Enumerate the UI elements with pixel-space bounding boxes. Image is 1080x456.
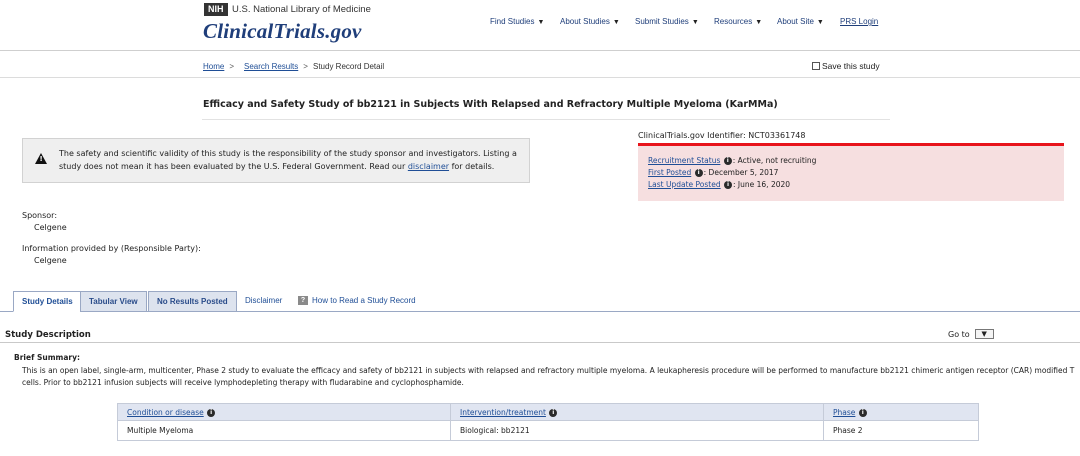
tab-how-to-read[interactable]: ? How to Read a Study Record (290, 291, 424, 312)
caret-down-icon[interactable]: ▼ (974, 329, 994, 339)
nav-about-site[interactable]: About Site ▼ (777, 17, 824, 26)
first-posted-link[interactable]: First Posted (648, 168, 691, 177)
info-circle-icon[interactable]: i (694, 169, 703, 177)
header-divider (0, 50, 1080, 51)
help-icon: ? (298, 296, 308, 306)
last-update-link[interactable]: Last Update Posted (648, 180, 721, 189)
nav-find-studies[interactable]: Find Studies ▼ (490, 17, 544, 26)
breadcrumb-home[interactable]: Home (203, 62, 224, 71)
breadcrumb: Home > (203, 62, 234, 71)
last-update-value: : June 16, 2020 (733, 180, 791, 189)
table-header-cell: Phase i (823, 403, 979, 421)
disclaimer-text: The safety and scientific validity of th… (59, 147, 519, 173)
table-cell: Multiple Myeloma (117, 420, 451, 441)
save-study-checkbox[interactable]: Save this study (812, 61, 880, 71)
nav-about-studies[interactable]: About Studies ▼ (560, 17, 620, 26)
title-divider (202, 119, 890, 120)
goto-label: Go to (948, 329, 970, 339)
table-header-row: Condition or disease i Intervention/trea… (117, 403, 979, 421)
identifier-value: NCT03361748 (748, 131, 806, 140)
recruitment-status-row: Recruitment Status i: Active, not recrui… (648, 156, 816, 165)
brief-summary-text: This is an open label, single-arm, multi… (22, 366, 1075, 387)
info-circle-icon[interactable]: i (858, 408, 867, 417)
caret-down-icon: ▼ (816, 19, 824, 26)
nav-submit-studies[interactable]: Submit Studies ▼ (635, 17, 699, 26)
tab-tabular-view[interactable]: Tabular View (80, 291, 147, 312)
nav-label: About Studies (560, 17, 610, 26)
disclaimer-notice: ! The safety and scientific validity of … (22, 138, 530, 183)
sponsor-value: Celgene (34, 223, 67, 232)
breadcrumb-separator: > (229, 62, 235, 71)
caret-down-icon: ▼ (755, 19, 763, 26)
table-header-cell: Condition or disease i (117, 403, 451, 421)
section-divider (0, 342, 1080, 343)
tab-disclaimer[interactable]: Disclaimer (237, 291, 290, 312)
prs-login-link[interactable]: PRS Login (840, 17, 878, 26)
last-update-row: Last Update Posted i: June 16, 2020 (648, 180, 790, 189)
first-posted-value: : December 5, 2017 (703, 168, 779, 177)
checkbox-box[interactable] (812, 62, 820, 70)
breadcrumb-search: Search Results > (244, 62, 308, 71)
nav-label: Find Studies (490, 17, 535, 26)
info-circle-icon[interactable]: i (549, 408, 558, 417)
disclaimer-link[interactable]: disclaimer (408, 162, 449, 171)
breadcrumb-search-results[interactable]: Search Results (244, 62, 298, 71)
breadcrumb-separator: > (303, 62, 308, 71)
recruitment-status-value: : Active, not recruiting (732, 156, 817, 165)
table-cell: Biological: bb2121 (450, 420, 824, 441)
recruitment-status-link[interactable]: Recruitment Status (648, 156, 720, 165)
identifier-label: ClinicalTrials.gov Identifier: (638, 131, 746, 140)
save-study-label: Save this study (822, 61, 880, 71)
phase-header-link[interactable]: Phase (833, 408, 855, 417)
nav-label: Submit Studies (635, 17, 689, 26)
brief-summary-label: Brief Summary: (14, 353, 80, 362)
nih-name: U.S. National Library of Medicine (232, 4, 371, 15)
breadcrumb-divider (0, 77, 1080, 78)
first-posted-row: First Posted i: December 5, 2017 (648, 168, 778, 177)
condition-header-link[interactable]: Condition or disease (127, 408, 204, 417)
table-cell: Phase 2 (823, 420, 979, 441)
warning-triangle-icon: ! (35, 153, 47, 164)
table-header-cell: Intervention/treatment i (450, 403, 824, 421)
goto-menu[interactable]: Go to ▼ (948, 329, 994, 339)
caret-down-icon: ▼ (537, 19, 545, 26)
tab-study-details[interactable]: Study Details (13, 291, 82, 312)
nav-label: Resources (714, 17, 753, 26)
how-to-read-label: How to Read a Study Record (312, 296, 416, 305)
nav-resources[interactable]: Resources ▼ (714, 17, 762, 26)
responsible-party-label: Information provided by (Responsible Par… (22, 244, 201, 253)
nih-logo[interactable]: NIH (204, 3, 228, 16)
caret-down-icon: ▼ (691, 19, 699, 26)
info-circle-icon[interactable]: i (724, 181, 733, 189)
table-row: Multiple Myeloma Biological: bb2121 Phas… (117, 420, 979, 441)
info-circle-icon[interactable]: i (207, 408, 216, 417)
study-identifier: ClinicalTrials.gov Identifier: NCT033617… (638, 131, 805, 140)
sponsor-label: Sponsor: (22, 211, 58, 220)
section-heading: Study Description (5, 330, 91, 340)
tab-no-results-posted[interactable]: No Results Posted (148, 291, 237, 312)
responsible-party-value: Celgene (34, 256, 67, 265)
conditions-table: Condition or disease i Intervention/trea… (117, 403, 979, 441)
caret-down-icon: ▼ (612, 19, 620, 26)
site-logo[interactable]: ClinicalTrials.gov (203, 19, 362, 44)
nav-label: About Site (777, 17, 814, 26)
study-title: Efficacy and Safety Study of bb2121 in S… (203, 99, 778, 110)
info-circle-icon[interactable]: i (723, 157, 732, 165)
intervention-header-link[interactable]: Intervention/treatment (460, 408, 546, 417)
status-panel: Recruitment Status i: Active, not recrui… (638, 146, 1064, 201)
disclaimer-tail: for details. (449, 162, 495, 171)
breadcrumb-current: Study Record Detail (313, 62, 385, 71)
